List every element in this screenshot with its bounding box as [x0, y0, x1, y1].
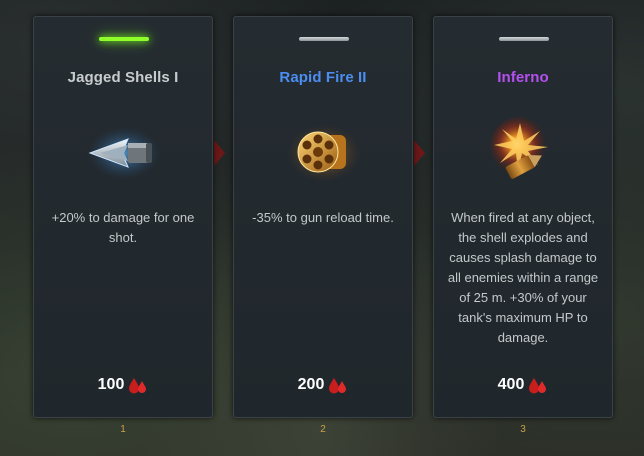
card-index-1: 1: [120, 424, 126, 435]
card-description: When fired at any object, the shell expl…: [447, 210, 599, 345]
exploding-shell-icon: [484, 117, 564, 187]
blood-drops-icon: [328, 376, 348, 394]
card-description: +20% to damage for one shot.: [51, 210, 195, 245]
card-cost: 100: [34, 375, 212, 395]
separator-arrow-icon: [414, 140, 425, 166]
revolver-cylinder-icon: [284, 117, 364, 187]
unselected-indicator: [299, 37, 349, 41]
card-index-3: 3: [520, 424, 526, 435]
card-cost: 200: [234, 375, 412, 395]
card-cost: 400: [434, 375, 612, 395]
blood-drops-icon: [528, 376, 548, 394]
upgrade-card-inferno[interactable]: Inferno When fired at any object, the sh…: [433, 16, 613, 418]
card-index-2: 2: [320, 424, 326, 435]
card-title: Inferno: [497, 69, 549, 86]
cost-value: 200: [297, 376, 325, 393]
upgrade-card-rapid-fire[interactable]: Rapid Fire II -35% to gun reload time. 2…: [233, 16, 413, 418]
blood-drops-icon: [128, 376, 148, 394]
upgrade-card-jagged-shells[interactable]: Jagged Shells I +20% to damage for one s…: [33, 16, 213, 418]
separator-arrow-icon: [214, 140, 225, 166]
cost-value: 400: [497, 376, 525, 393]
card-title: Rapid Fire II: [279, 69, 367, 86]
cost-value: 100: [97, 376, 125, 393]
jagged-shell-icon: [84, 117, 164, 187]
selected-indicator: [99, 37, 149, 41]
card-title: Jagged Shells I: [67, 69, 179, 86]
card-description: -35% to gun reload time.: [252, 210, 394, 225]
unselected-indicator: [499, 37, 549, 41]
